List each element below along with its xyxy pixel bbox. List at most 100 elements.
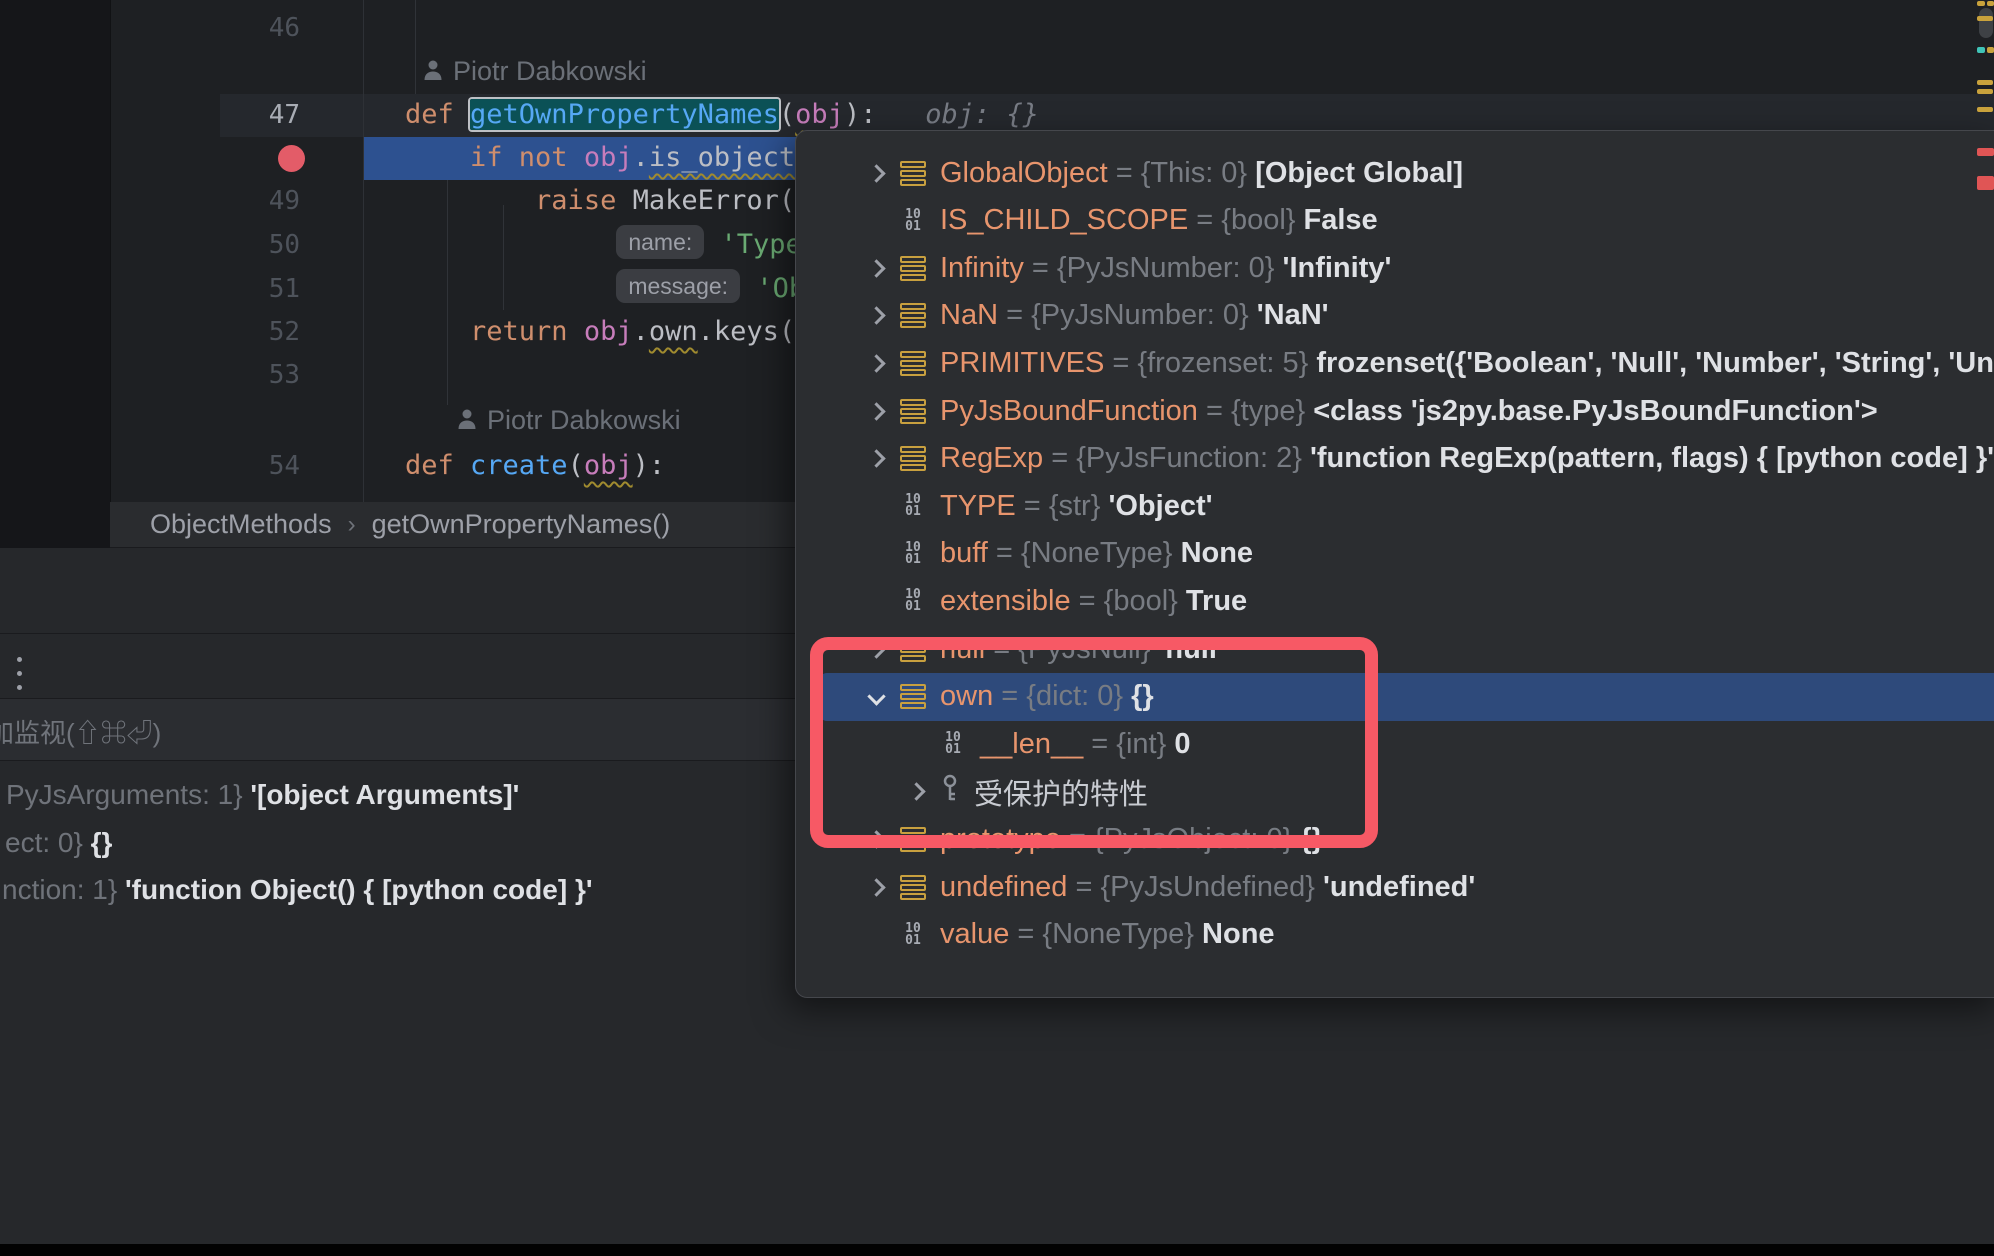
author-annotation[interactable]: Piotr Dabkowski: [457, 399, 681, 441]
code-token: (: [568, 450, 584, 481]
chevron-right-icon[interactable]: [867, 164, 885, 182]
code-token: [704, 229, 720, 260]
equals-sign: =: [1108, 157, 1141, 190]
code-token: [405, 316, 470, 347]
add-watch-header[interactable]: 加监视(⇧⌘⏎): [0, 699, 795, 760]
line-number: 50: [208, 224, 300, 266]
variable-row[interactable]: GlobalObject = {This: 0} [Object Global]: [796, 151, 1994, 195]
equals-sign: =: [1104, 347, 1137, 380]
variable-type: {PyJsNumber: 0}: [1057, 252, 1283, 285]
ide-window: 4647495051525354 Piotr Dabkowskidef getO…: [0, 0, 1994, 1256]
variable-type: {bool}: [1104, 585, 1186, 618]
variable-type: {type}: [1231, 395, 1313, 428]
variable-type: {str}: [1049, 490, 1109, 523]
variable-value: True: [1186, 585, 1247, 618]
watch-value: '[object Arguments]': [250, 779, 519, 810]
primitive-binary-icon: 1001: [900, 589, 926, 613]
code-line[interactable]: if not obj.is_object():: [405, 137, 844, 179]
variable-type: {PyJsFunction: 2}: [1076, 442, 1310, 475]
code-token: [405, 185, 535, 216]
annotation-highlight-rectangle: [810, 637, 1378, 848]
chevron-right-icon[interactable]: [867, 354, 885, 372]
kebab-menu-icon[interactable]: [13, 648, 37, 688]
chevron-right-icon[interactable]: [867, 878, 885, 896]
variable-value: None: [1181, 537, 1254, 570]
code-token: return: [470, 316, 584, 347]
scrollbar-thumb[interactable]: [1979, 8, 1993, 38]
code-token: [405, 142, 470, 173]
object-stack-icon: [900, 299, 926, 333]
variable-row[interactable]: undefined = {PyJsUndefined} 'undefined': [796, 865, 1994, 909]
parameter-hint-chip: message:: [616, 269, 740, 303]
variable-name: PyJsBoundFunction: [940, 395, 1198, 428]
variable-type: {NoneType}: [1042, 918, 1202, 951]
user-icon: [457, 408, 477, 432]
primitive-binary-icon: 1001: [900, 923, 926, 947]
chevron-right-icon[interactable]: [867, 449, 885, 467]
code-token: obj: [584, 142, 633, 173]
panel-divider: [0, 760, 795, 761]
equals-sign: =: [998, 299, 1031, 332]
variable-row[interactable]: 1001extensible = {bool} True: [796, 579, 1994, 623]
watch-row[interactable]: nction: 1} 'function Object() { [python …: [2, 870, 593, 910]
watch-row[interactable]: ect: 0} {}: [5, 823, 112, 863]
object-stack-icon: [900, 251, 926, 285]
chevron-right-icon[interactable]: [867, 259, 885, 277]
chevron-right-icon[interactable]: [867, 307, 885, 325]
equals-sign: =: [1188, 204, 1221, 237]
author-name: Piotr Dabkowski: [487, 405, 681, 436]
equals-sign: =: [1024, 252, 1057, 285]
panel-divider: [0, 633, 795, 634]
author-name: Piotr Dabkowski: [453, 56, 647, 87]
variable-row[interactable]: 1001value = {NoneType} None: [796, 913, 1994, 957]
error-stripe-mark: [1977, 148, 1994, 156]
variable-value: [Object Global]: [1255, 157, 1463, 190]
code-token: obj: [795, 99, 844, 130]
equals-sign: =: [988, 537, 1021, 570]
breadcrumb-item-class[interactable]: ObjectMethods: [150, 509, 332, 540]
code-token: [740, 273, 756, 304]
object-stack-icon: [900, 156, 926, 190]
code-token: .: [633, 316, 649, 347]
primitive-binary-icon: 1001: [900, 209, 926, 233]
code-line[interactable]: return obj.own.keys(): [405, 311, 811, 353]
chevron-right-icon[interactable]: [867, 402, 885, 420]
code-line[interactable]: def create(obj):: [405, 445, 665, 487]
error-stripe-mark: [1987, 47, 1994, 53]
code-token: if not: [470, 142, 584, 173]
breakpoint-icon[interactable]: [278, 145, 305, 172]
object-stack-icon: [900, 442, 926, 476]
equals-sign: =: [1016, 490, 1049, 523]
variable-row[interactable]: RegExp = {PyJsFunction: 2} 'function Reg…: [796, 437, 1994, 481]
variable-row[interactable]: 1001buff = {NoneType} None: [796, 532, 1994, 576]
code-line[interactable]: raise MakeError(: [405, 180, 795, 222]
error-stripe-mark: [1977, 80, 1993, 85]
breadcrumb-item-method[interactable]: getOwnPropertyNames(): [372, 509, 671, 540]
variable-type: {bool}: [1221, 204, 1303, 237]
variable-value: None: [1202, 918, 1275, 951]
variable-row[interactable]: 1001IS_CHILD_SCOPE = {bool} False: [796, 199, 1994, 243]
error-stripe-mark: [1977, 176, 1994, 190]
code-token: [405, 229, 616, 260]
variable-row[interactable]: NaN = {PyJsNumber: 0} 'NaN': [796, 294, 1994, 338]
variable-value: 'NaN': [1257, 299, 1329, 332]
variable-row[interactable]: PyJsBoundFunction = {type} <class 'js2py…: [796, 389, 1994, 433]
variable-row[interactable]: 1001TYPE = {str} 'Object': [796, 484, 1994, 528]
line-number: 49: [208, 180, 300, 222]
object-stack-icon: [900, 870, 926, 904]
code-token: [405, 273, 616, 304]
variable-value: 'function RegExp(pattern, flags) { [pyth…: [1310, 442, 1994, 475]
breadcrumb-separator-icon: ›: [348, 511, 356, 539]
watch-type: PyJsArguments: 1}: [6, 779, 250, 810]
equals-sign: =: [1198, 395, 1231, 428]
watch-row[interactable]: PyJsArguments: 1} '[object Arguments]': [6, 775, 519, 815]
variable-value: False: [1304, 204, 1378, 237]
watch-value: 'function Object() { [python code] }': [125, 874, 593, 905]
debugger-variables-popup: GlobalObject = {This: 0} [Object Global]…: [795, 130, 1994, 998]
variable-row[interactable]: PRIMITIVES = {frozenset: 5} frozenset({'…: [796, 341, 1994, 385]
line-number: 54: [208, 445, 300, 487]
variable-row[interactable]: Infinity = {PyJsNumber: 0} 'Infinity': [796, 246, 1994, 290]
code-token: raise: [535, 185, 633, 216]
watch-type: ect: 0}: [5, 827, 91, 858]
author-annotation[interactable]: Piotr Dabkowski: [423, 50, 647, 92]
